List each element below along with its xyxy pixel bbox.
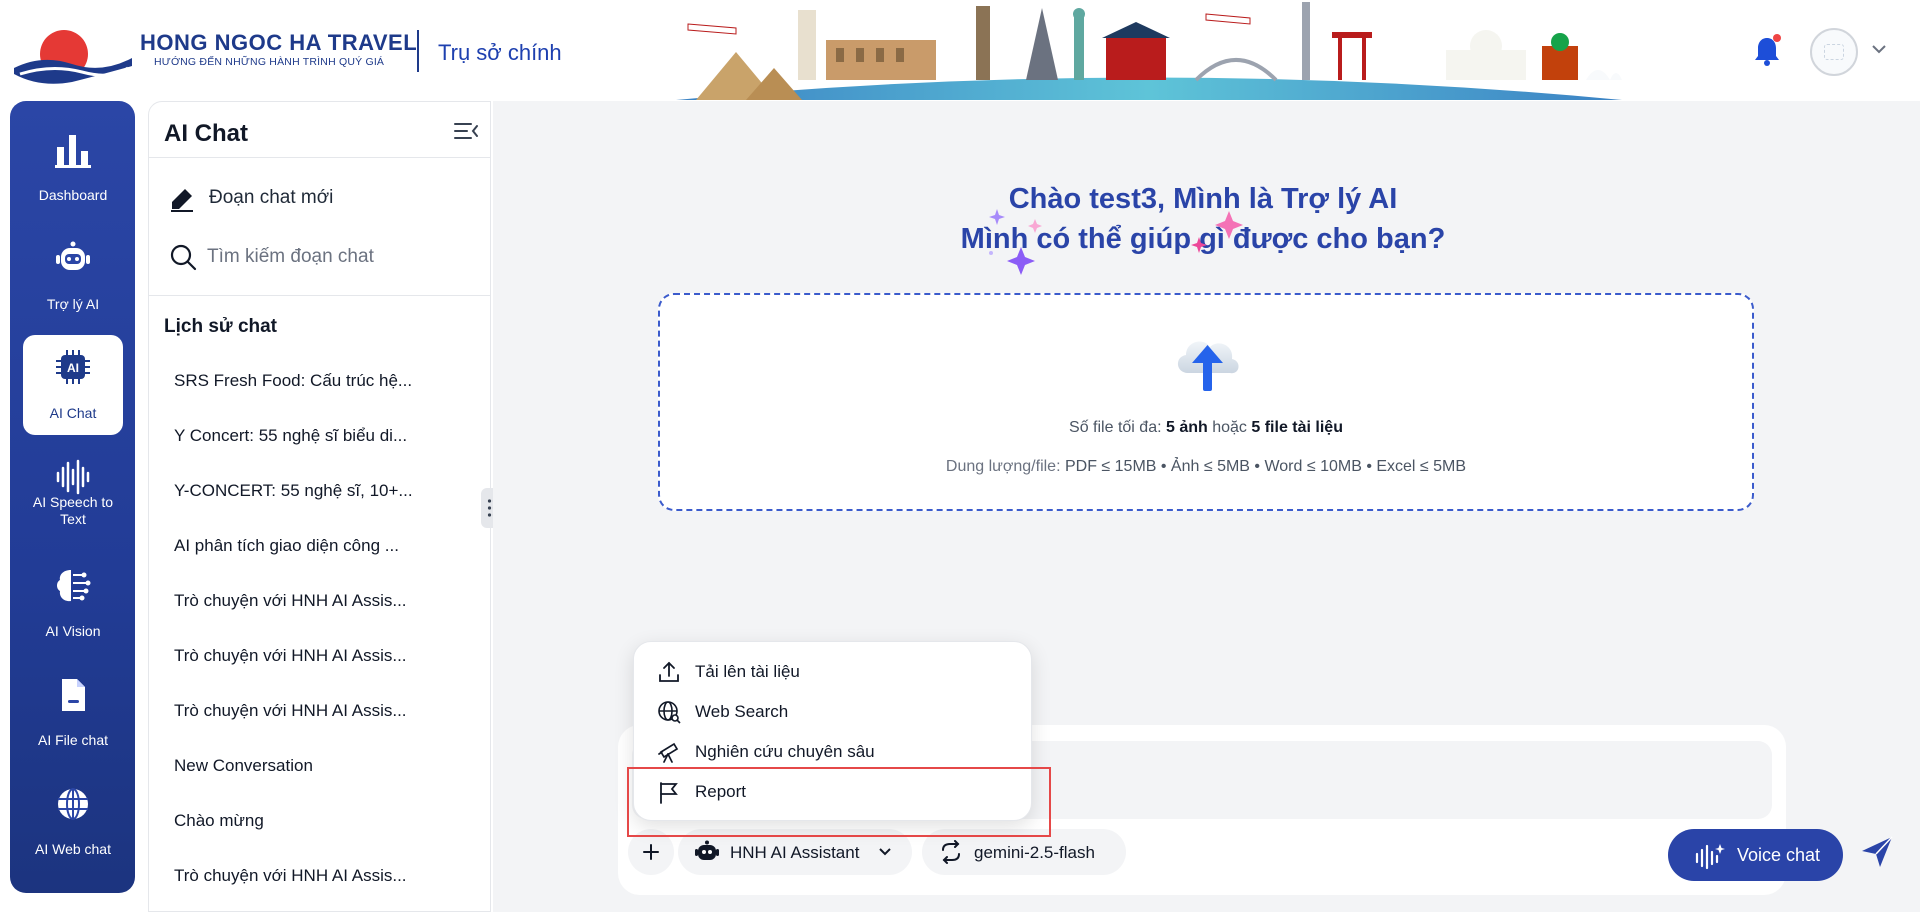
svg-text:AI: AI bbox=[67, 361, 79, 375]
robot-icon bbox=[695, 840, 719, 860]
notification-dot bbox=[1773, 34, 1781, 42]
voice-wave-sparkle-icon bbox=[1695, 844, 1725, 870]
nav-item-ai-vision[interactable]: AI Vision bbox=[23, 553, 123, 653]
company-logo bbox=[14, 30, 132, 84]
model-name: gemini-2.5-flash bbox=[974, 843, 1095, 862]
swap-model-icon bbox=[942, 840, 960, 864]
edit-pen-icon bbox=[171, 189, 193, 212]
nav-label: Dashboard bbox=[38, 187, 108, 203]
history-item[interactable]: Trò chuyện với HNH AI Assis... bbox=[157, 579, 477, 623]
nav-label: AI Web chat bbox=[34, 841, 111, 857]
limit-images: 5 ảnh bbox=[1165, 419, 1208, 436]
user-avatar[interactable] bbox=[1810, 28, 1858, 76]
history-item[interactable]: New Conversation bbox=[157, 744, 477, 788]
history-item[interactable]: Y Concert: 55 nghệ sĩ biểu di... bbox=[157, 414, 477, 458]
nav-item-ai-file-chat[interactable]: AI File chat bbox=[23, 662, 123, 762]
nav-label: AI File chat bbox=[37, 732, 109, 748]
chevron-down-icon[interactable] bbox=[1870, 42, 1888, 56]
brand-name: HONG NGOC HA TRAVEL bbox=[140, 30, 418, 55]
history-title: Lịch sử chat bbox=[164, 316, 278, 337]
limit-docs: 5 file tài liệu bbox=[1251, 419, 1343, 436]
divider bbox=[149, 157, 490, 158]
panel-title: AI Chat bbox=[164, 120, 248, 147]
history-item[interactable]: Trò chuyện với HNH AI Assis... bbox=[157, 854, 477, 898]
travel-landmarks-banner bbox=[676, 2, 1622, 100]
greeting-line-1: Chào test3, Mình là Trợ lý AI bbox=[1008, 183, 1398, 215]
history-item[interactable]: Chào mừng bbox=[157, 799, 477, 843]
menu-item-upload-document[interactable]: Tải lên tài liệu bbox=[644, 652, 1022, 690]
assistant-name: HNH AI Assistant bbox=[730, 843, 860, 862]
telescope-icon bbox=[658, 742, 679, 763]
bar-chart-icon bbox=[55, 135, 91, 168]
assistant-selector[interactable]: HNH AI Assistant bbox=[678, 829, 912, 875]
greeting-line-2: Mình có thể giúp gì được cho bạn? bbox=[960, 223, 1446, 255]
globe-icon bbox=[58, 788, 88, 820]
menu-item-label: Report bbox=[695, 782, 747, 801]
limit-prefix: Số file tối đa: bbox=[1069, 419, 1166, 436]
send-icon[interactable] bbox=[1858, 833, 1896, 871]
branch-name[interactable]: Trụ sở chính bbox=[438, 40, 562, 66]
search-icon bbox=[170, 244, 197, 271]
new-chat-label: Đoạn chat mới bbox=[209, 187, 334, 208]
history-item[interactable]: AI phân tích giao diện công ... bbox=[157, 524, 477, 568]
upload-limit-text: Số file tối đa: 5 ảnh hoặc 5 file tài li… bbox=[660, 419, 1752, 437]
menu-item-web-search[interactable]: Web Search bbox=[644, 692, 1022, 730]
ai-chip-icon: AI bbox=[56, 350, 90, 384]
search-chat-box bbox=[169, 238, 469, 278]
flag-icon bbox=[660, 782, 678, 804]
cloud-upload-icon bbox=[1177, 341, 1239, 391]
upload-icon bbox=[659, 661, 679, 682]
brain-icon bbox=[57, 570, 91, 602]
menu-item-deep-research[interactable]: Nghiên cứu chuyên sâu bbox=[644, 732, 1022, 770]
add-attachment-button[interactable] bbox=[628, 829, 674, 875]
nav-item-speech-to-text[interactable]: AI Speech to Text bbox=[23, 444, 123, 544]
nav-label: Trợ lý AI bbox=[46, 296, 100, 312]
plus-icon bbox=[643, 844, 659, 860]
app-header: HONG NGOC HA TRAVEL HƯỚNG ĐẾN NHỮNG HÀNH… bbox=[0, 0, 1920, 100]
nav-label: AI Vision bbox=[45, 623, 101, 639]
nav-label: AI Chat bbox=[49, 405, 97, 421]
nav-item-ai-assistant[interactable]: Trợ lý AI bbox=[23, 226, 123, 326]
voice-chat-button[interactable]: Voice chat bbox=[1668, 829, 1843, 881]
robot-icon bbox=[56, 241, 90, 270]
main-sidebar: Dashboard Trợ lý AI AI AI Chat AI Speech… bbox=[10, 101, 135, 893]
nav-item-ai-web-chat[interactable]: AI Web chat bbox=[23, 771, 123, 871]
upload-size-text: Dung lượng/file: PDF ≤ 15MB • Ảnh ≤ 5MB … bbox=[660, 458, 1752, 476]
divider bbox=[149, 295, 490, 296]
file-icon bbox=[62, 679, 85, 711]
collapse-sidebar-icon[interactable] bbox=[452, 118, 480, 144]
menu-item-report[interactable]: Report bbox=[644, 772, 1022, 810]
history-item[interactable]: Y-CONCERT: 55 nghệ sĩ, 10+... bbox=[157, 469, 477, 513]
header-divider bbox=[417, 30, 419, 72]
size-values: PDF ≤ 15MB • Ảnh ≤ 5MB • Word ≤ 10MB • E… bbox=[1064, 458, 1467, 475]
chat-list-panel: AI Chat Đoạn chat mới Lịch sử chat SRS F… bbox=[148, 101, 491, 912]
attachment-popup-menu: Tải lên tài liệu Web Search Nghiên cứu c… bbox=[633, 641, 1032, 821]
search-chat-input[interactable] bbox=[207, 240, 467, 274]
nav-label: AI Speech to Text bbox=[32, 494, 114, 527]
menu-item-label: Tải lên tài liệu bbox=[695, 662, 800, 681]
menu-item-label: Nghiên cứu chuyên sâu bbox=[695, 742, 875, 761]
history-item[interactable]: Trò chuyện với HNH AI Assis... bbox=[157, 689, 477, 733]
brand-slogan: HƯỚNG ĐẾN NHỮNG HÀNH TRÌNH QUÝ GIÁ bbox=[154, 56, 385, 68]
history-item[interactable]: Trò chuyện với HNH AI Assis... bbox=[157, 634, 477, 678]
voice-chat-label: Voice chat bbox=[1737, 845, 1821, 865]
history-item[interactable]: SRS Fresh Food: Cấu trúc hệ... bbox=[157, 359, 477, 403]
size-prefix: Dung lượng/file: bbox=[945, 458, 1065, 475]
nav-item-dashboard[interactable]: Dashboard bbox=[23, 117, 123, 217]
model-selector[interactable]: gemini-2.5-flash bbox=[922, 829, 1126, 875]
limit-or: hoặc bbox=[1207, 419, 1252, 436]
file-upload-dropzone[interactable]: Số file tối đa: 5 ảnh hoặc 5 file tài li… bbox=[658, 293, 1754, 511]
menu-item-label: Web Search bbox=[695, 702, 789, 721]
chevron-down-icon bbox=[879, 848, 891, 856]
nav-item-ai-chat[interactable]: AI AI Chat bbox=[23, 335, 123, 435]
avatar-placeholder-icon bbox=[1824, 44, 1844, 60]
new-chat-button[interactable]: Đoạn chat mới bbox=[169, 180, 469, 220]
sound-wave-icon bbox=[56, 459, 90, 495]
web-search-icon bbox=[658, 701, 681, 724]
